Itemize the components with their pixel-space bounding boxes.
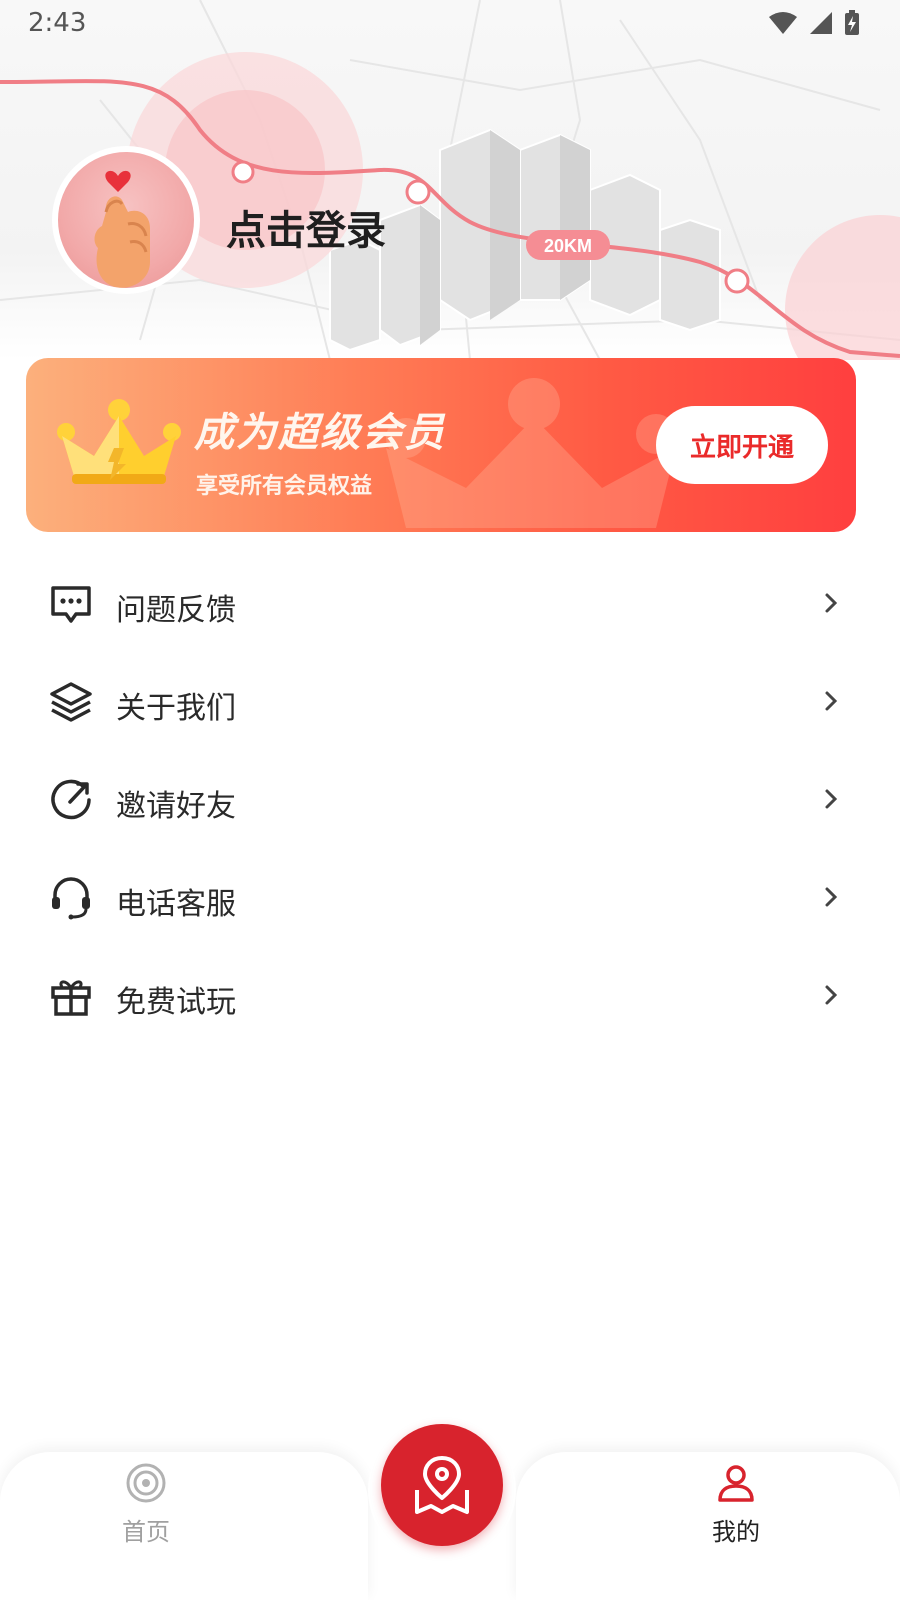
login-link[interactable]: 点击登录 [226,198,386,256]
menu-item-invite[interactable]: 邀请好友 [0,750,900,848]
headset-icon [52,877,90,920]
status-time: 2:43 [28,8,87,38]
wifi-icon [769,12,797,34]
settings-menu: 问题反馈 关于我们 邀请好友 电话客服 免费试玩 [0,554,900,1044]
chevron-right-icon [825,985,838,1005]
vip-banner[interactable]: 成为超级会员 享受所有会员权益 立即开通 [26,358,856,532]
radar-icon [126,1463,166,1503]
vip-title: 成为超级会员 [194,410,446,456]
gift-icon [51,980,91,1016]
battery-icon [845,10,859,35]
map-location-button[interactable] [381,1424,503,1546]
menu-item-label: 免费试玩 [116,985,236,1020]
status-bar: 2:43 [0,0,900,50]
crown-icon [57,399,181,484]
layers-icon [50,682,92,722]
menu-item-label: 电话客服 [116,887,236,922]
vip-subtitle: 享受所有会员权益 [196,474,373,499]
share-icon [51,779,91,820]
nav-tab-home-label: 首页 [122,1518,170,1546]
activate-vip-button[interactable]: 立即开通 [656,406,828,484]
menu-item-about[interactable]: 关于我们 [0,652,900,750]
finger-heart-icon [94,170,150,288]
feedback-icon [51,586,91,623]
avatar[interactable] [52,146,200,294]
menu-item-customer-service[interactable]: 电话客服 [0,848,900,946]
user-icon [718,1465,754,1502]
menu-item-label: 关于我们 [116,691,236,726]
nav-tab-mine-label: 我的 [712,1518,760,1546]
chevron-right-icon [825,691,838,711]
signal-icon [810,12,832,34]
nav-tab-mine[interactable]: 我的 [690,1462,782,1562]
chevron-right-icon [825,887,838,907]
menu-item-feedback[interactable]: 问题反馈 [0,554,900,652]
menu-item-label: 问题反馈 [116,593,236,628]
map-pin-icon [415,1456,469,1514]
menu-item-label: 邀请好友 [116,789,236,824]
chevron-right-icon [825,789,838,809]
nav-tab-home[interactable]: 首页 [100,1462,192,1562]
status-icons [768,10,860,36]
bottom-navigation: 首页 我的 [0,1416,900,1600]
chevron-right-icon [825,593,838,613]
distance-badge: 20KM [544,236,592,256]
menu-item-free-trial[interactable]: 免费试玩 [0,946,900,1044]
